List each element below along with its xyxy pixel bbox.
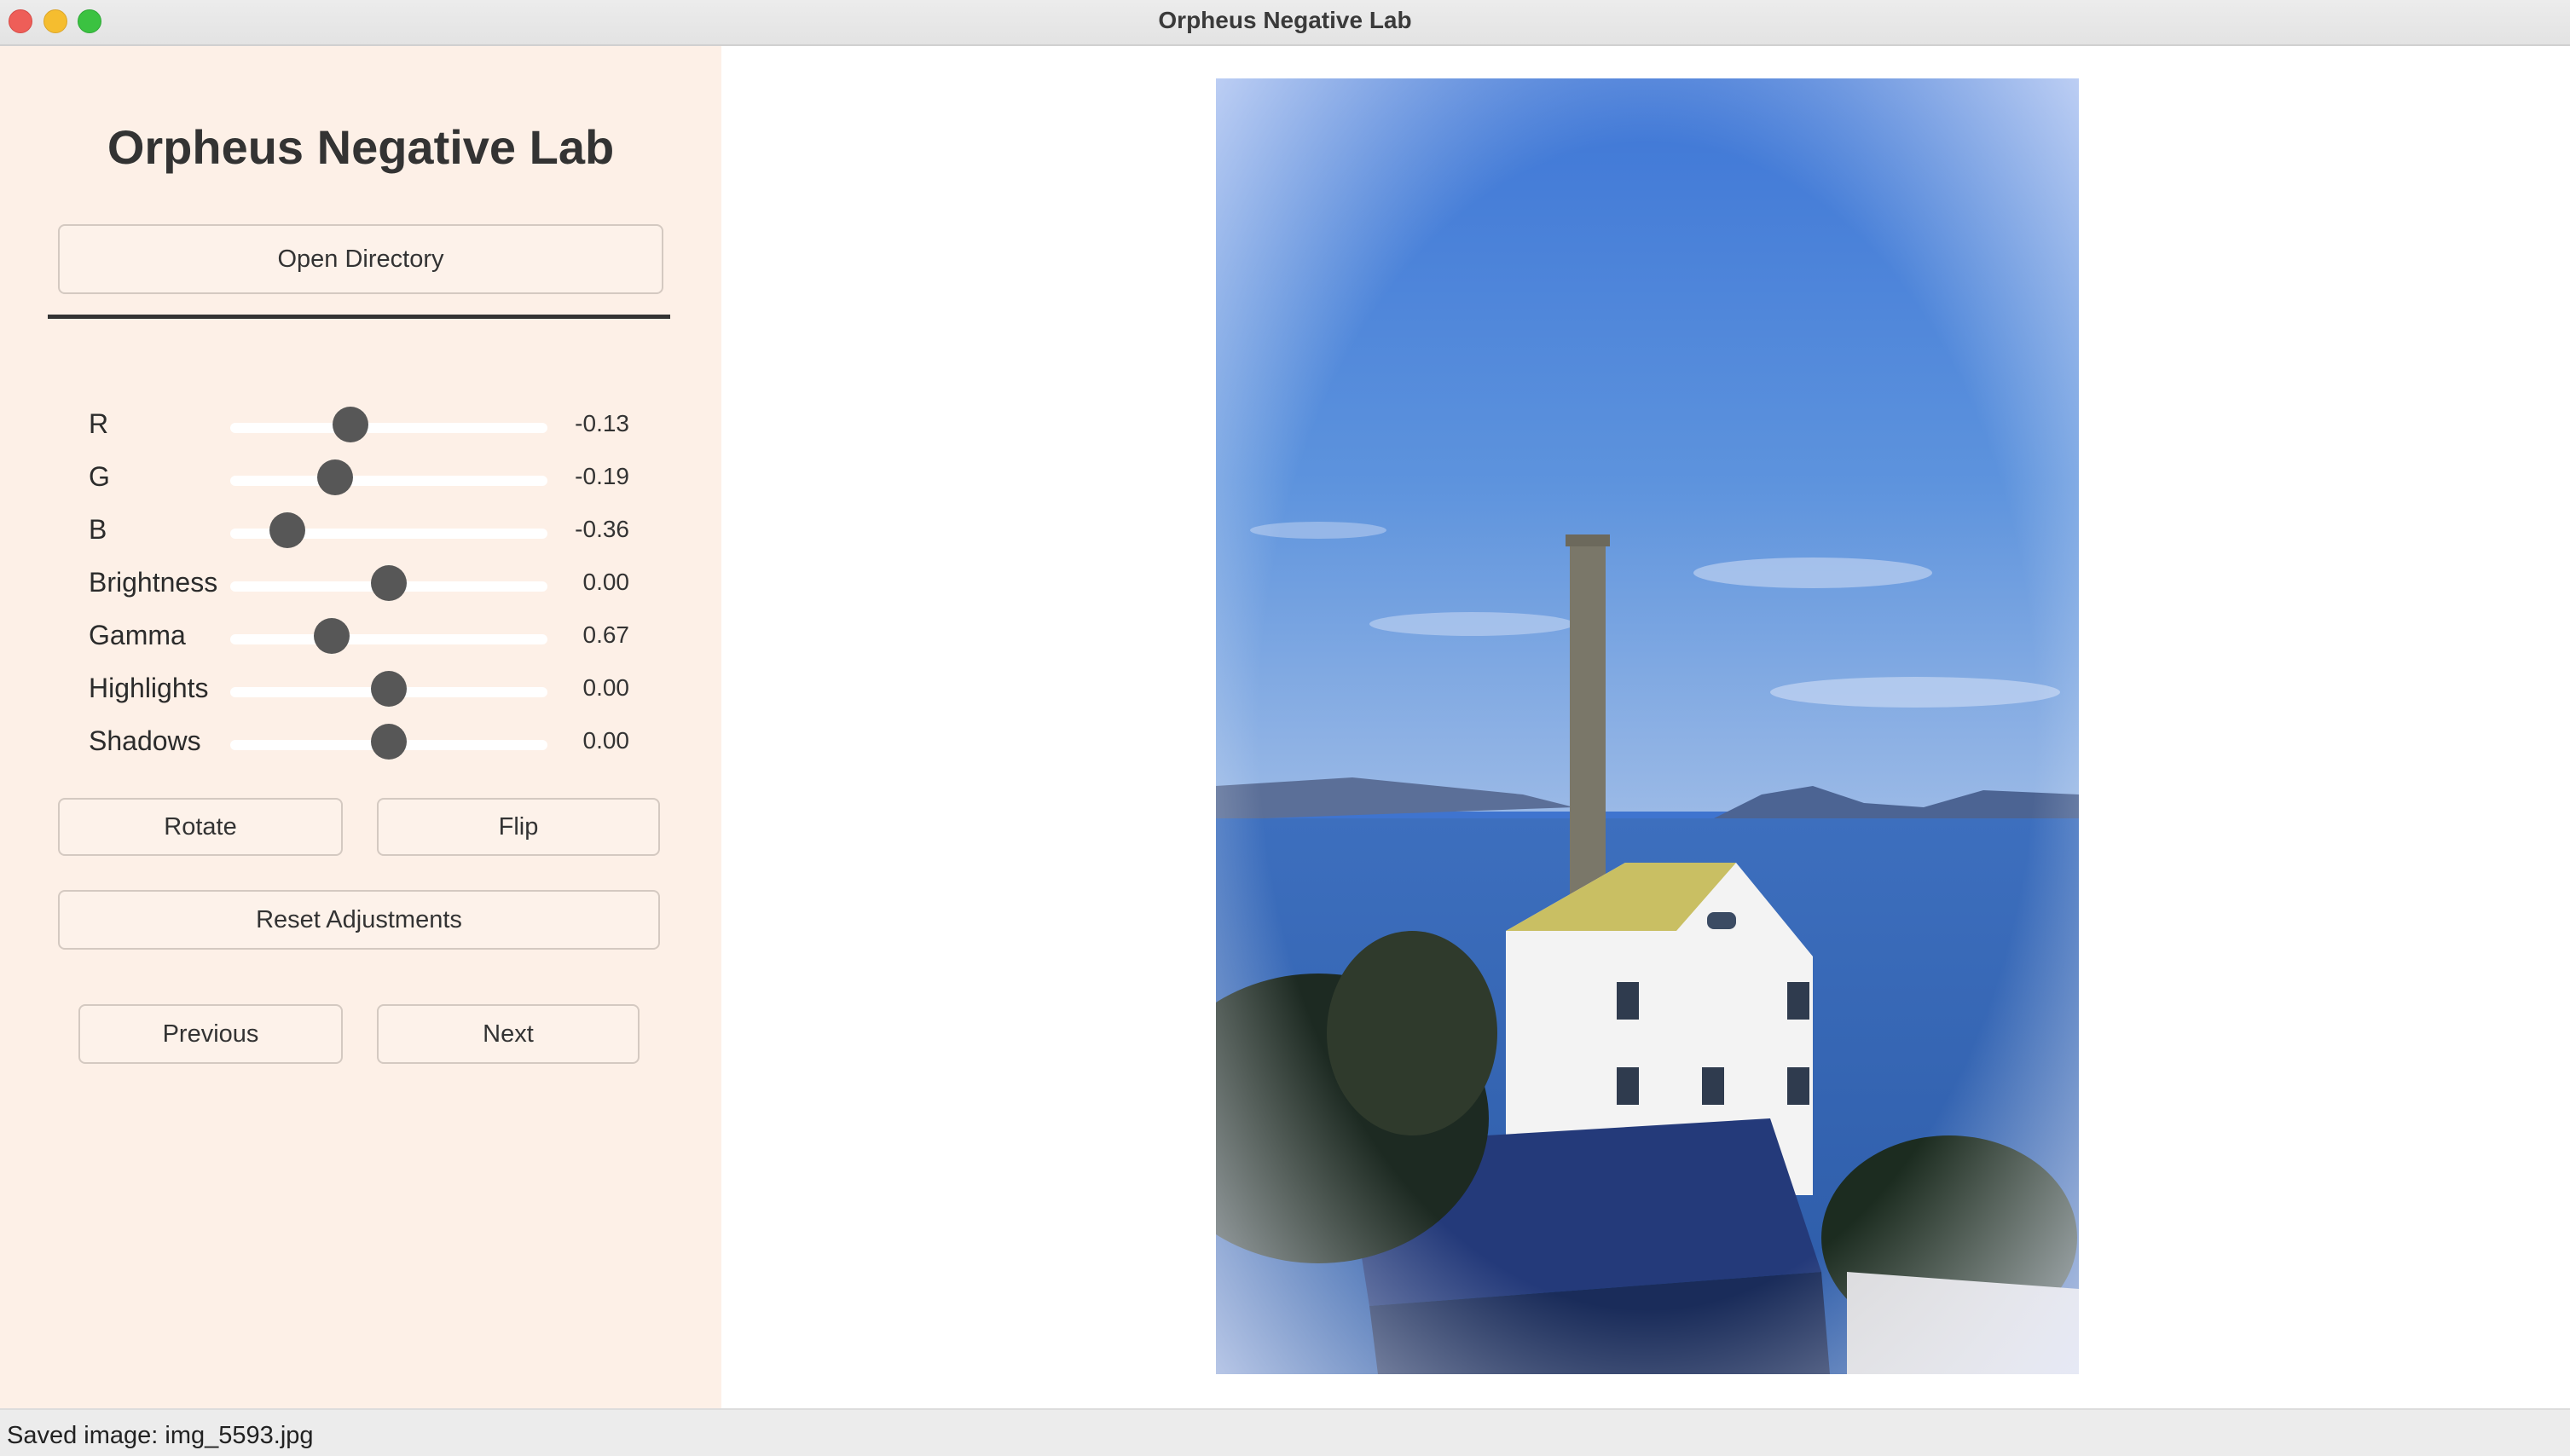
- slider-value-brightness: 0.00: [582, 569, 630, 595]
- open-directory-button[interactable]: Open Directory: [58, 224, 663, 294]
- slider-thumb-shadows[interactable]: [371, 724, 407, 760]
- app-window: Orpheus Negative Lab Orpheus Negative La…: [0, 0, 2570, 1456]
- slider-track-r[interactable]: [230, 407, 547, 442]
- slider-label-brightness: Brightness: [89, 567, 218, 598]
- slider-value-shadows: 0.00: [582, 727, 630, 754]
- preview-area: [721, 46, 2570, 1408]
- slider-label-gamma: Gamma: [89, 620, 186, 650]
- slider-label-b: B: [89, 514, 107, 545]
- slider-row-gamma: Gamma 0.67: [0, 611, 721, 664]
- slider-track-gamma[interactable]: [230, 618, 547, 654]
- slider-thumb-r[interactable]: [333, 407, 369, 442]
- previous-button[interactable]: Previous: [78, 1004, 343, 1064]
- slider-row-shadows: Shadows 0.00: [0, 717, 721, 770]
- slider-track-g[interactable]: [230, 459, 547, 495]
- slider-track-shadows[interactable]: [230, 724, 547, 760]
- app-title: Orpheus Negative Lab: [107, 120, 615, 174]
- photo-preview-image: [1216, 78, 2079, 1374]
- slider-thumb-highlights[interactable]: [371, 671, 407, 707]
- section-divider: [48, 315, 670, 319]
- slider-value-r: -0.13: [575, 410, 629, 436]
- slider-row-r: R -0.13: [0, 400, 721, 453]
- slider-label-shadows: Shadows: [89, 725, 201, 756]
- title-bar: Orpheus Negative Lab: [0, 0, 2570, 46]
- photo-preview: [1216, 78, 2079, 1374]
- slider-row-g: G -0.19: [0, 453, 721, 506]
- window-title: Orpheus Negative Lab: [1158, 7, 1412, 33]
- control-panel: Orpheus Negative Lab Open Directory R -0.…: [0, 46, 721, 1408]
- slider-row-b: B -0.36: [0, 506, 721, 558]
- slider-value-b: -0.36: [575, 516, 629, 542]
- slider-row-highlights: Highlights 0.00: [0, 664, 721, 717]
- slider-label-r: R: [89, 408, 109, 439]
- slider-value-g: -0.19: [575, 463, 629, 489]
- status-message: Saved image: img_5593.jpg: [7, 1422, 314, 1449]
- slider-label-g: G: [89, 461, 110, 492]
- slider-thumb-b[interactable]: [269, 512, 305, 548]
- slider-thumb-gamma[interactable]: [314, 618, 350, 654]
- slider-track-brightness[interactable]: [230, 565, 547, 601]
- reset-adjustments-button[interactable]: Reset Adjustments: [58, 890, 660, 950]
- next-button[interactable]: Next: [377, 1004, 640, 1064]
- slider-thumb-g[interactable]: [316, 459, 353, 495]
- rotate-button[interactable]: Rotate: [58, 798, 343, 856]
- slider-value-highlights: 0.00: [582, 674, 630, 701]
- slider-track-highlights[interactable]: [230, 671, 547, 707]
- status-bar: Saved image: img_5593.jpg: [0, 1408, 2570, 1456]
- slider-track-b[interactable]: [230, 512, 547, 548]
- slider-thumb-brightness[interactable]: [371, 565, 407, 601]
- flip-button[interactable]: Flip: [377, 798, 660, 856]
- slider-label-highlights: Highlights: [89, 673, 209, 703]
- slider-row-brightness: Brightness 0.00: [0, 558, 721, 611]
- slider-value-gamma: 0.67: [582, 621, 630, 648]
